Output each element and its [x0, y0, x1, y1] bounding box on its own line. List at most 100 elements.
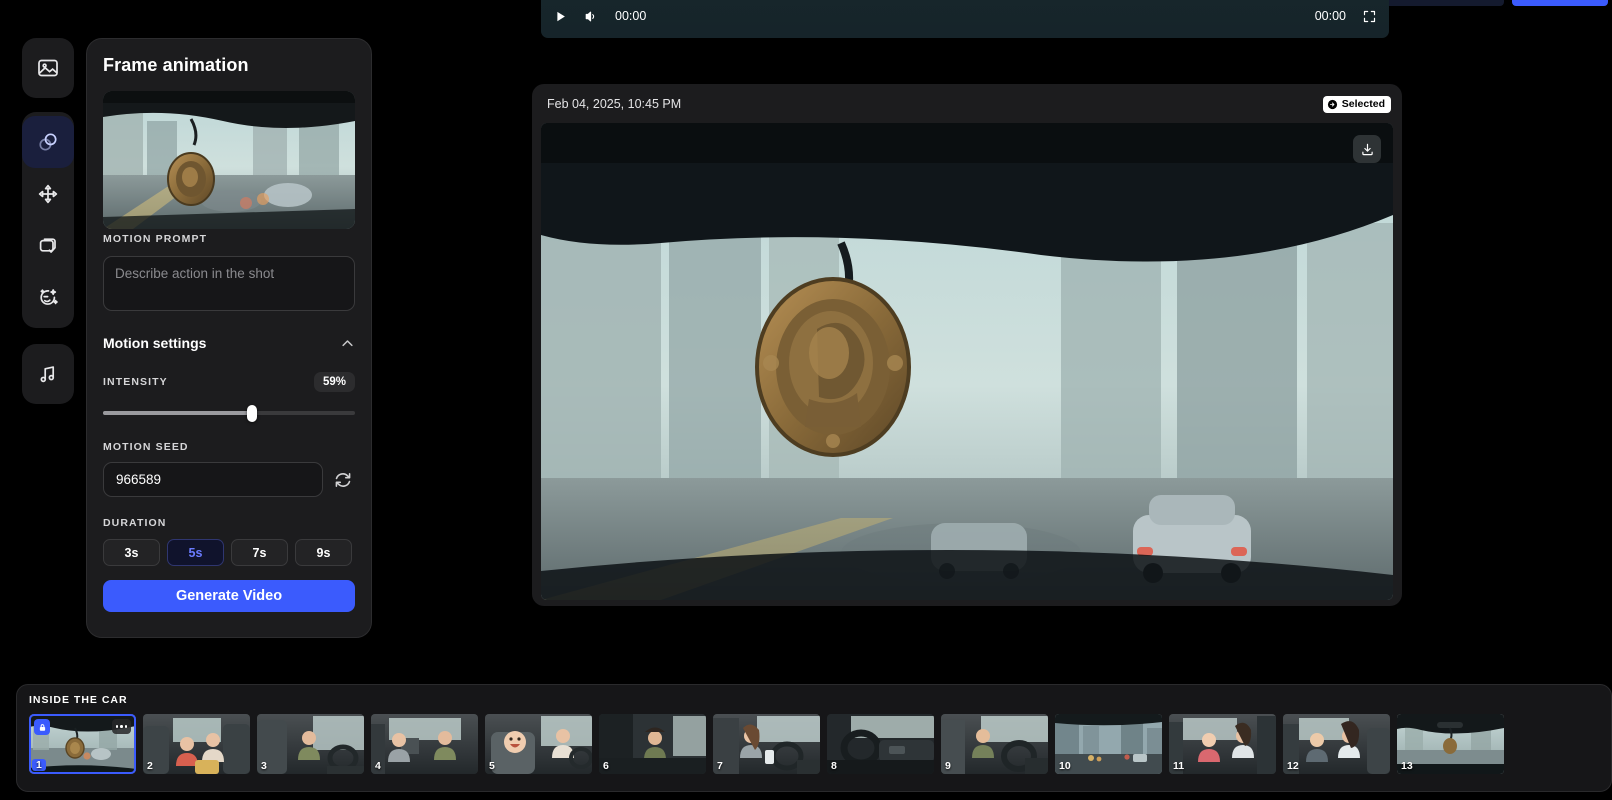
motion-settings-header[interactable]: Motion settings	[103, 335, 355, 351]
rail-item-frame-animation[interactable]	[22, 116, 74, 168]
filmstrip-thumb[interactable]: 10	[1055, 714, 1162, 774]
duration-option-label: 7s	[252, 545, 267, 560]
layers-check-icon	[39, 238, 56, 253]
panel-frame-preview[interactable]	[103, 91, 355, 229]
filmstrip-thumb[interactable]: 12	[1283, 714, 1390, 774]
thumbnail-number: 3	[261, 760, 267, 772]
thumbnail-menu-button[interactable]	[112, 719, 131, 734]
preview-card-header: Feb 04, 2025, 10:45 PM Selected	[541, 93, 1393, 115]
music-icon	[40, 366, 55, 383]
frames-icon	[39, 133, 57, 151]
thumbnail-image	[827, 714, 934, 774]
video-player-controls: 00:00 00:00	[541, 0, 1389, 38]
generate-video-button[interactable]: Generate Video	[103, 580, 355, 612]
app-root: Frame animation MOTION PROMPT Describe a…	[0, 0, 1612, 800]
thumbnail-image	[713, 714, 820, 774]
rail-group-media	[22, 38, 74, 98]
thumbnail-image	[1055, 714, 1162, 774]
face-sparkle-icon	[40, 289, 58, 305]
download-button[interactable]	[1353, 135, 1381, 163]
duration-option-7s[interactable]: 7s	[231, 539, 288, 566]
thumbnail-number: 13	[1401, 760, 1413, 772]
thumbnail-image	[371, 714, 478, 774]
left-rail	[22, 38, 74, 404]
filmstrip-thumb[interactable]: 3	[257, 714, 364, 774]
thumbnail-number: 1	[32, 759, 46, 771]
fullscreen-icon[interactable]	[1362, 9, 1377, 24]
thumbnail-image	[1283, 714, 1390, 774]
rail-item-images[interactable]	[22, 42, 74, 94]
intensity-slider-fill	[103, 411, 252, 415]
duration-label: DURATION	[103, 517, 167, 529]
lock-icon	[39, 723, 45, 731]
selected-badge-label: Selected	[1341, 98, 1385, 110]
filmstrip-thumb[interactable]: 1	[29, 714, 136, 774]
motion-prompt-label: MOTION PROMPT	[103, 233, 208, 245]
filmstrip-thumb[interactable]: 2	[143, 714, 250, 774]
filmstrip-thumb[interactable]: 11	[1169, 714, 1276, 774]
dot	[115, 725, 119, 728]
player-left-controls: 00:00	[553, 9, 646, 24]
thumbnail-number: 8	[831, 760, 837, 772]
thumbnail-image	[941, 714, 1048, 774]
duration-options: 3s 5s 7s 9s	[103, 539, 355, 566]
dot	[120, 725, 123, 728]
preview-media[interactable]	[541, 123, 1393, 600]
image-icon	[38, 59, 58, 77]
rail-item-character[interactable]	[22, 272, 74, 324]
duration-option-9s[interactable]: 9s	[295, 539, 352, 566]
filmstrip-thumb[interactable]: 5	[485, 714, 592, 774]
dot	[124, 725, 128, 728]
panel-title: Frame animation	[103, 55, 249, 75]
motion-seed-label: MOTION SEED	[103, 441, 189, 453]
thumbnail-image	[257, 714, 364, 774]
filmstrip-thumb[interactable]: 8	[827, 714, 934, 774]
play-icon[interactable]	[553, 9, 568, 24]
top-chrome-accent-button[interactable]	[1512, 0, 1608, 6]
duration-option-label: 5s	[188, 545, 203, 560]
selected-badge[interactable]: Selected	[1322, 95, 1391, 113]
thumbnail-number: 2	[147, 760, 153, 772]
rail-item-approved-layers[interactable]	[22, 220, 74, 272]
download-icon	[1361, 143, 1373, 155]
intensity-row: INTENSITY 59%	[103, 372, 355, 392]
rail-group-audio	[22, 344, 74, 404]
rail-item-audio[interactable]	[22, 348, 74, 400]
selected-arrow-icon	[1327, 99, 1337, 109]
hanging-medallion	[755, 277, 911, 457]
motion-seed-input[interactable]	[103, 462, 323, 497]
motion-prompt-input[interactable]	[103, 256, 355, 311]
filmstrip-thumb[interactable]: 6	[599, 714, 706, 774]
duration-option-3s[interactable]: 3s	[103, 539, 160, 566]
filmstrip-thumbnails: 1 2 3 4 5 6 7 8 9 10 11 12 13	[29, 714, 1599, 774]
intensity-slider[interactable]	[103, 404, 355, 422]
thumbnail-image	[485, 714, 592, 774]
driving-scene-thumbnail	[103, 91, 355, 229]
motion-seed-row	[103, 462, 355, 497]
filmstrip-title: INSIDE THE CAR	[29, 694, 128, 706]
thumbnail-image	[599, 714, 706, 774]
player-total-time: 00:00	[1314, 9, 1346, 23]
top-chrome-dark	[1384, 0, 1504, 6]
volume-icon[interactable]	[584, 9, 599, 24]
filmstrip-thumb[interactable]: 7	[713, 714, 820, 774]
chevron-up-icon	[342, 339, 353, 346]
preview-timestamp: Feb 04, 2025, 10:45 PM	[547, 97, 682, 111]
transform-icon	[38, 184, 58, 204]
rail-group-tools	[22, 112, 74, 328]
duration-option-5s[interactable]: 5s	[167, 539, 224, 566]
thumbnail-number: 5	[489, 760, 495, 772]
thumbnail-number: 10	[1059, 760, 1071, 772]
duration-option-label: 9s	[316, 545, 331, 560]
filmstrip-thumb[interactable]: 9	[941, 714, 1048, 774]
thumbnail-image	[1397, 714, 1504, 774]
thumbnail-number: 9	[945, 760, 951, 772]
lock-badge[interactable]	[34, 719, 50, 735]
rail-item-transform[interactable]	[22, 168, 74, 220]
thumbnail-image	[1169, 714, 1276, 774]
player-right-controls: 00:00	[1315, 9, 1377, 24]
intensity-slider-knob[interactable]	[246, 404, 257, 422]
filmstrip-thumb[interactable]: 13	[1397, 714, 1504, 774]
filmstrip-thumb[interactable]: 4	[371, 714, 478, 774]
refresh-icon[interactable]	[333, 470, 353, 490]
